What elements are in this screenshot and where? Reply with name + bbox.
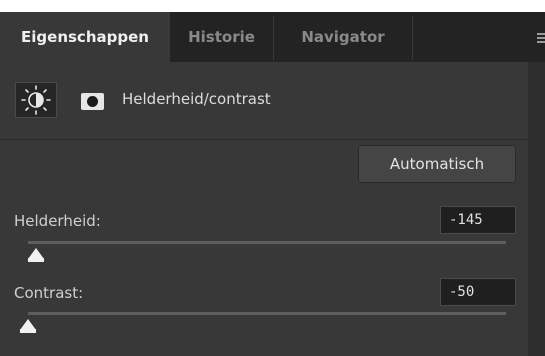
layer-mask-icon[interactable] [81,93,104,110]
panel-menu-icon[interactable] [535,12,545,62]
panel-scrollbar[interactable] [528,62,545,356]
contrast-slider-thumb[interactable] [20,319,36,333]
adjustment-title: Helderheid/contrast [122,90,271,108]
brightness-sun-icon[interactable] [15,82,57,118]
contrast-slider-track[interactable] [28,312,506,315]
tab-bar: Eigenschappen Historie Navigator [0,12,545,62]
properties-panel: Helderheid/contrast Automatisch Helderhe… [0,62,528,356]
tab-historie[interactable]: Historie [170,12,273,62]
adjustment-header: Helderheid/contrast [0,62,528,140]
tab-divider [412,16,413,60]
top-strip [0,0,545,12]
auto-button[interactable]: Automatisch [358,145,516,183]
contrast-input[interactable]: -50 [440,278,516,306]
tab-eigenschappen[interactable]: Eigenschappen [0,12,170,62]
brightness-slider-track[interactable] [28,241,506,244]
tab-navigator[interactable]: Navigator [274,12,412,62]
contrast-label: Contrast: [14,284,84,302]
brightness-input[interactable]: -145 [440,206,516,234]
brightness-slider-thumb[interactable] [27,248,44,262]
brightness-label: Helderheid: [14,212,101,230]
